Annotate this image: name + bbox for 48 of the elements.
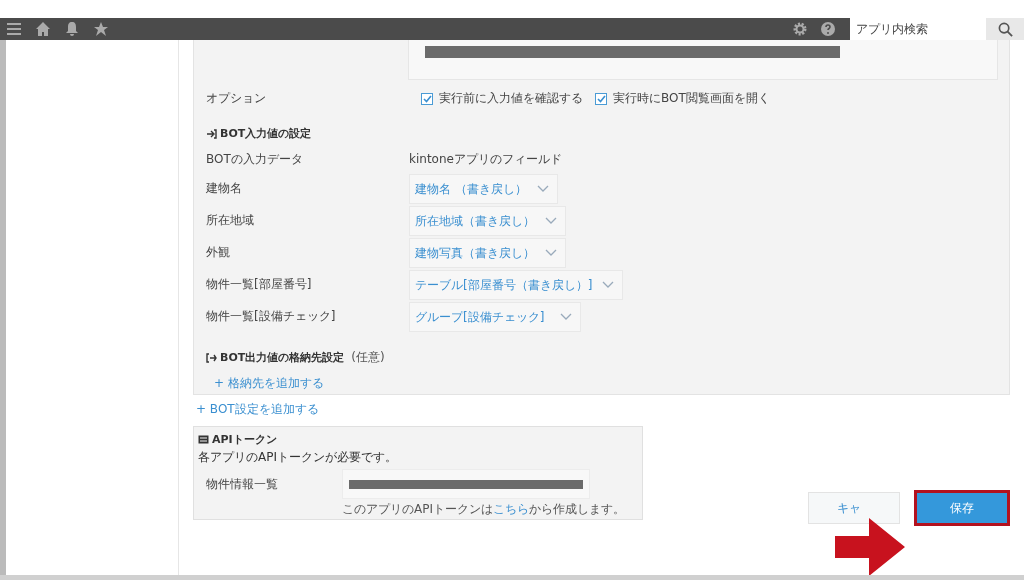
field-label: 物件情報一覧 xyxy=(205,475,279,493)
chevron-icon xyxy=(560,313,572,321)
star-icon[interactable] xyxy=(93,21,109,37)
column-header: BOTの入力データ xyxy=(206,151,304,168)
field-dropdown[interactable]: 建物写真（書き戻し） xyxy=(409,238,566,268)
add-destination-link[interactable]: + 格納先を追加する xyxy=(214,375,1009,392)
optional-note: (任意) xyxy=(351,349,385,366)
home-icon[interactable] xyxy=(35,21,51,37)
field-label: 物件一覧[設備チェック] xyxy=(206,307,337,325)
sign-in-icon xyxy=(206,128,217,139)
field-label: 所在地域 xyxy=(206,211,255,229)
chevron-icon xyxy=(545,217,557,225)
field-label: 物件一覧[部屋番号] xyxy=(206,275,313,293)
card-description: 各アプリのAPIトークンが必要です。 xyxy=(198,449,398,466)
field-dropdown[interactable]: 建物名 （書き戻し） xyxy=(409,174,558,204)
token-icon xyxy=(198,435,209,444)
search-button[interactable] xyxy=(986,18,1024,40)
checkbox[interactable] xyxy=(421,92,433,105)
save-button[interactable]: 保存 xyxy=(914,490,1010,526)
checkbox-label: 実行時にBOT閲覧画面を開く xyxy=(613,90,770,107)
checkbox-label: 実行前に入力値を確認する xyxy=(439,90,583,107)
field-label: 建物名 xyxy=(206,179,243,197)
section-title: BOT入力値の設定 xyxy=(220,126,312,141)
sign-out-icon xyxy=(206,352,217,363)
search-field[interactable]: アプリ内検索 xyxy=(850,18,986,40)
settings-icon[interactable] xyxy=(792,21,808,37)
card-title: APIトークン xyxy=(212,432,277,447)
chevron-icon xyxy=(545,249,557,257)
section-title: BOT出力値の格納先設定 xyxy=(220,350,345,365)
token-field[interactable] xyxy=(342,469,590,499)
hint-text: このアプリのAPIトークンはこちらから作成します。 xyxy=(342,501,626,518)
column-header: kintoneアプリのフィールド xyxy=(409,151,562,168)
search-icon xyxy=(997,21,1013,37)
bell-icon[interactable] xyxy=(64,21,80,37)
menu-icon[interactable] xyxy=(6,21,22,37)
chevron-icon xyxy=(602,281,615,289)
checkbox[interactable] xyxy=(595,92,607,105)
help-icon[interactable] xyxy=(820,21,836,37)
arrow-icon xyxy=(835,518,907,576)
chevron-icon xyxy=(536,185,549,193)
cancel-button[interactable]: キャ xyxy=(808,492,900,524)
field-dropdown[interactable]: テーブル[部屋番号（書き戻し）] xyxy=(409,270,624,300)
field-dropdown[interactable]: 所在地域（書き戻し） xyxy=(409,206,566,236)
field-label: 外観 xyxy=(206,243,231,261)
create-link[interactable]: こちら xyxy=(493,502,529,516)
field-label: オプション xyxy=(206,90,267,107)
field-dropdown[interactable]: グループ[設備チェック] xyxy=(409,302,581,332)
add-bot-link[interactable]: + BOT設定を追加する xyxy=(196,401,1024,418)
